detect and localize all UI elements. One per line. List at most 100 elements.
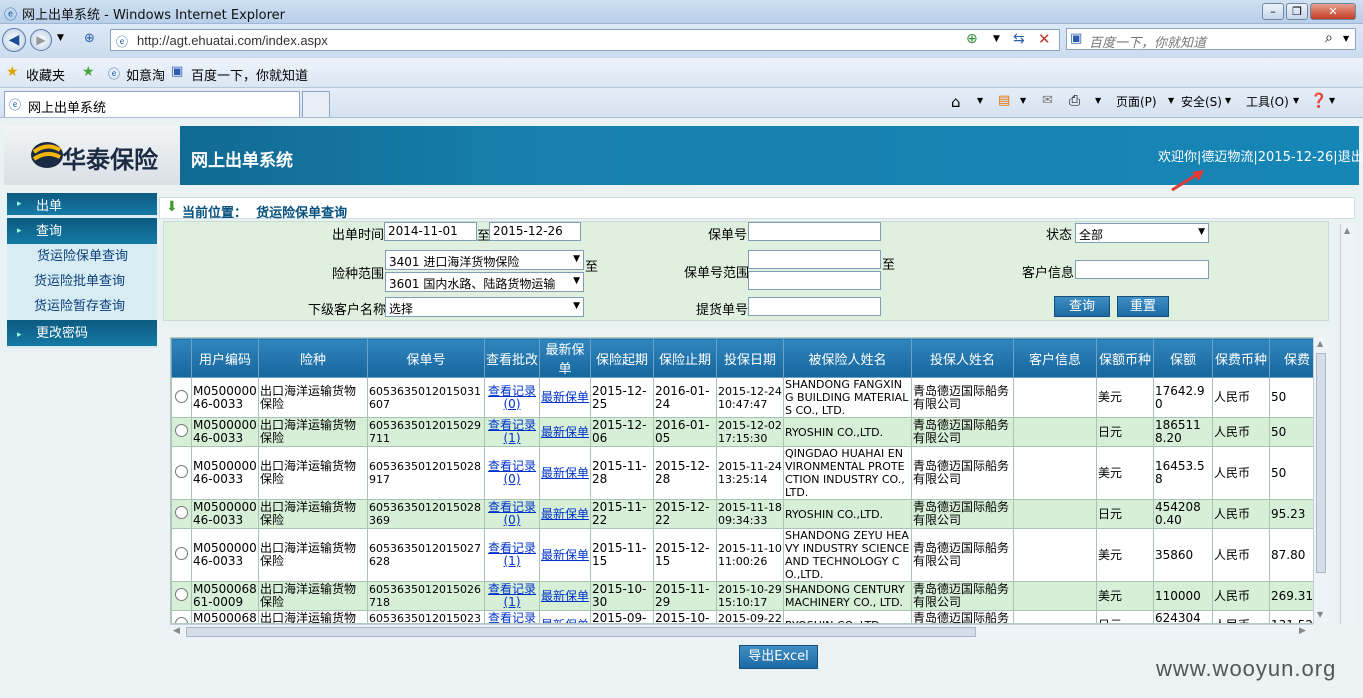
cell-latest[interactable]: 最新保单 — [539, 446, 591, 500]
row-radio[interactable] — [175, 588, 188, 601]
search-dropdown-icon[interactable]: ▼ — [1343, 34, 1349, 43]
latest-policy-link[interactable]: 最新保单 — [541, 390, 589, 404]
search-icon[interactable]: ⌕ — [1325, 30, 1333, 46]
help-dropdown-icon[interactable]: ▼ — [1329, 96, 1335, 105]
policy-range-from-input[interactable] — [748, 250, 881, 269]
row-radio[interactable] — [175, 465, 188, 478]
forward-button[interactable]: ▶ — [30, 29, 52, 51]
row-select-cell[interactable] — [171, 499, 192, 529]
row-radio[interactable] — [175, 389, 188, 403]
view-changes-link[interactable]: 查看记录(1) — [488, 541, 536, 568]
sidebar-sub-cargo-policy[interactable]: 货运险保单查询 — [37, 245, 128, 264]
row-select-cell[interactable] — [171, 446, 192, 500]
latest-policy-link[interactable]: 最新保单 — [541, 548, 589, 562]
minimize-button[interactable]: – — [1262, 3, 1284, 20]
cell-changes[interactable]: 查看记录(0) — [484, 499, 540, 529]
scroll-up-icon[interactable]: ▲ — [1344, 226, 1350, 235]
home-dropdown-icon[interactable]: ▼ — [977, 96, 983, 105]
customer-info-input[interactable] — [1075, 260, 1209, 279]
row-select-cell[interactable] — [171, 610, 192, 623]
safety-menu[interactable]: 安全(S) — [1181, 93, 1222, 110]
maximize-button[interactable]: ❐ — [1286, 3, 1308, 20]
shield-icon[interactable]: ⊕ — [84, 31, 95, 46]
tools-menu[interactable]: 工具(O) — [1246, 93, 1289, 110]
table-row[interactable]: M050000046-0033 出口海洋运输货物保险 605363501201503… — [171, 377, 1325, 418]
scroll-down-icon[interactable]: ▼ — [1317, 610, 1323, 619]
sidebar-sub-cargo-endorsement[interactable]: 货运险批单查询 — [34, 270, 125, 289]
export-excel-button[interactable]: 导出Excel — [739, 645, 818, 669]
refresh-icon[interactable]: ⇆ — [1013, 31, 1025, 47]
page-menu[interactable]: 页面(P) — [1116, 93, 1157, 110]
table-vertical-scrollbar[interactable]: ▲ ▼ — [1313, 337, 1328, 624]
address-bar[interactable]: ⓔ http://agt.ehuatai.com/index.aspx — [110, 29, 1060, 51]
latest-policy-link[interactable]: 最新保单 — [541, 589, 589, 603]
row-select-cell[interactable] — [171, 528, 192, 582]
sidebar-item-change-password[interactable]: ▸ 更改密码 — [7, 320, 157, 346]
view-changes-link[interactable]: 查看记录(0) — [488, 612, 536, 624]
cell-changes[interactable]: 查看记录(1) — [484, 581, 540, 611]
scroll-thumb[interactable] — [1316, 353, 1326, 573]
new-tab-button[interactable] — [302, 91, 330, 117]
search-box[interactable]: ▣ 百度一下，你就知道 ⌕ ▼ — [1066, 28, 1356, 51]
stop-icon[interactable]: ✕ — [1038, 30, 1051, 48]
row-radio[interactable] — [175, 617, 188, 623]
cell-latest[interactable]: 最新保单 — [539, 528, 591, 582]
view-changes-link[interactable]: 查看记录(0) — [488, 384, 536, 411]
scroll-left-icon[interactable]: ◀ — [173, 626, 180, 636]
print-dropdown-icon[interactable]: ▼ — [1095, 96, 1101, 105]
tools-menu-dropdown-icon[interactable]: ▼ — [1293, 96, 1299, 105]
policy-no-input[interactable] — [748, 222, 881, 241]
cell-latest[interactable]: 最新保单 — [539, 499, 591, 529]
address-dropdown-icon[interactable]: ▼ — [993, 34, 1000, 44]
range-to-select[interactable]: 3601 国内水路、陆路货物运输 ▼ — [385, 272, 584, 292]
cell-changes[interactable]: 查看记录(1) — [484, 528, 540, 582]
cell-latest[interactable]: 最新保单 — [539, 581, 591, 611]
policy-range-to-input[interactable] — [748, 271, 881, 290]
range-from-select[interactable]: 3401 进口海洋货物保险 ▼ — [385, 250, 584, 270]
feeds-icon[interactable]: ▤ — [998, 93, 1010, 108]
sidebar-sub-cargo-draft[interactable]: 货运险暂存查询 — [34, 295, 125, 314]
compat-view-icon[interactable]: ⊕ — [966, 31, 978, 47]
cell-latest[interactable]: 最新保单 — [539, 377, 591, 418]
table-row[interactable]: M050006861-0009出口海洋运输货物保险 605363501201502… — [171, 581, 1325, 611]
bill-no-input[interactable] — [748, 297, 881, 316]
welcome-bar[interactable]: 欢迎你|德迈物流|2015-12-26|退出 — [1158, 146, 1363, 165]
table-row[interactable]: M050000046-0033 出口海洋运输货物保险 605363501201502… — [171, 528, 1325, 582]
view-changes-link[interactable]: 查看记录(0) — [488, 459, 536, 486]
sub-customer-select[interactable]: 选择 ▼ — [385, 297, 584, 317]
table-horizontal-scrollbar[interactable]: ◀ ▶ — [170, 624, 1313, 639]
issue-from-input[interactable]: 2014-11-01 — [384, 222, 477, 241]
address-input[interactable]: http://agt.ehuatai.com/index.aspx — [137, 33, 328, 48]
row-radio[interactable] — [175, 506, 188, 519]
home-icon[interactable]: ⌂ — [951, 93, 961, 111]
back-button[interactable]: ◀ — [2, 28, 26, 52]
row-select-cell[interactable] — [171, 377, 192, 418]
row-radio[interactable] — [175, 424, 188, 437]
row-radio[interactable] — [175, 547, 188, 560]
feeds-dropdown-icon[interactable]: ▼ — [1020, 96, 1026, 105]
page-menu-dropdown-icon[interactable]: ▼ — [1168, 96, 1174, 105]
favorites-button[interactable]: 收藏夹 — [26, 65, 65, 84]
cell-changes[interactable]: 查看记录(1) — [484, 417, 540, 447]
view-changes-link[interactable]: 查看记录(1) — [488, 419, 536, 446]
cell-changes[interactable]: 查看记录(0) — [484, 610, 540, 624]
sidebar-item-query[interactable]: ▸ 查询 — [7, 218, 157, 244]
form-scrollbar[interactable]: ▲ — [1340, 224, 1355, 624]
scroll-thumb[interactable] — [186, 627, 976, 637]
cell-latest[interactable]: 最新保单 — [539, 610, 591, 623]
safety-menu-dropdown-icon[interactable]: ▼ — [1225, 96, 1231, 105]
latest-policy-link[interactable]: 最新保单 — [541, 507, 589, 521]
scroll-right-icon[interactable]: ▶ — [1299, 626, 1306, 636]
help-icon[interactable]: ❓ — [1310, 93, 1327, 109]
favorite-link-baidu[interactable]: 百度一下，你就知道 — [191, 65, 308, 84]
add-favorite-icon[interactable]: ★ — [82, 64, 95, 80]
row-select-cell[interactable] — [171, 417, 192, 447]
sidebar-item-issue[interactable]: ▸ 出单 — [7, 193, 157, 215]
close-window-button[interactable]: ✕ — [1310, 3, 1356, 20]
table-row[interactable]: M050000046-0033 出口海洋运输货物保险 605363501201502… — [171, 417, 1325, 447]
latest-policy-link[interactable]: 最新保单 — [541, 425, 589, 439]
print-icon[interactable]: ⎙ — [1069, 93, 1080, 109]
scroll-up-icon[interactable]: ▲ — [1317, 339, 1323, 348]
view-changes-link[interactable]: 查看记录(1) — [488, 583, 536, 610]
table-row[interactable]: M050006861-0009出口海洋运输货物保险 605363501201502… — [171, 610, 1325, 624]
